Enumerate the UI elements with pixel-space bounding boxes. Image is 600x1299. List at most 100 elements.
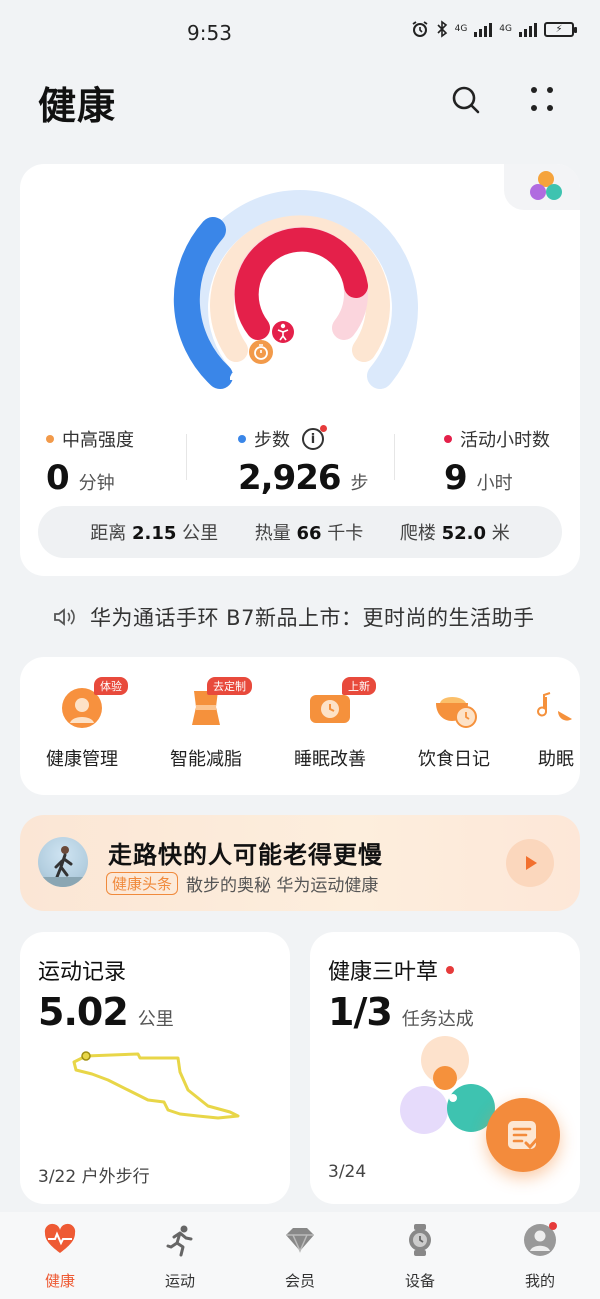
network-label-2: 4G xyxy=(499,23,512,34)
route-map xyxy=(72,1051,240,1120)
steps-value: 2,926 xyxy=(238,458,342,498)
service-diet-diary[interactable]: 饮食日记 xyxy=(404,681,504,771)
activity-rings xyxy=(173,190,418,389)
floors-summary: 爬楼 52.0 米 xyxy=(399,523,510,544)
service-sleep-aid[interactable]: 助眠 xyxy=(528,681,580,771)
clover-progress-unit: 任务达成 xyxy=(401,1009,474,1030)
intensity-stat[interactable]: 中高强度 0 分钟 xyxy=(46,426,134,498)
steps-stat[interactable]: 步数 i 2,926 步 xyxy=(238,425,369,498)
activity-rings-card[interactable]: 中高强度 0 分钟 步数 i 2,926 步 活动小时数 9 小时 距离 2.15 公里… xyxy=(20,164,580,576)
ring-style-switch[interactable] xyxy=(504,164,580,210)
intensity-label: 中高强度 xyxy=(62,430,134,451)
stat-divider xyxy=(186,434,187,480)
workout-distance-value: 5.02 xyxy=(38,990,129,1034)
service-label: 健康管理 xyxy=(46,749,118,770)
service-sleep[interactable]: 上新 睡眠改善 xyxy=(280,677,380,771)
tab-label: 健康 xyxy=(44,1272,75,1290)
workout-card-title: 运动记录 xyxy=(38,960,127,985)
watch-icon xyxy=(409,1224,431,1256)
page-title: 健康 xyxy=(38,84,117,128)
active-hours-unit: 小时 xyxy=(476,473,513,494)
news-text: 华为通话手环 B7新品上市：更时尚的生活助手 xyxy=(90,606,535,630)
music-note-icon xyxy=(537,692,572,721)
activity-summary[interactable]: 距离 2.15 公里 热量 66 千卡 爬楼 52.0 米 xyxy=(38,506,562,558)
workout-record-card[interactable]: 运动记录 5.02 公里 3/22 户外步行 xyxy=(20,932,290,1204)
banner-title: 走路快的人可能老得更慢 xyxy=(108,841,383,869)
search-icon xyxy=(452,86,480,114)
tab-health[interactable]: 健康 xyxy=(20,1222,100,1291)
notification-dot xyxy=(446,966,455,974)
services-card: 体验 健康管理 去定制 智能减脂 上新 睡眠改善 饮食日记 助眠 xyxy=(20,657,580,795)
clover-card-footer: 3/24 xyxy=(328,1162,367,1182)
person-icon xyxy=(272,321,294,343)
stat-divider xyxy=(394,434,395,480)
service-label: 饮食日记 xyxy=(418,749,490,770)
news-ticker[interactable]: 华为通话手环 B7新品上市：更时尚的生活助手 xyxy=(52,602,534,632)
service-badge: 去定制 xyxy=(207,677,252,695)
banner-tag: 健康头条 xyxy=(106,872,179,895)
speaker-icon xyxy=(54,608,75,626)
user-icon xyxy=(524,1222,557,1256)
shoe-icon xyxy=(230,373,242,380)
stopwatch-icon xyxy=(249,340,273,364)
workout-distance-unit: 公里 xyxy=(137,1009,174,1030)
notes-check-icon xyxy=(508,1121,540,1150)
health-news-banner[interactable]: 走路快的人可能老得更慢 健康头条 散步的奥秘 华为运动健康 xyxy=(20,815,580,911)
service-weight-loss[interactable]: 去定制 智能减脂 xyxy=(156,677,256,771)
tab-label: 运动 xyxy=(164,1272,195,1290)
service-badge: 体验 xyxy=(94,677,128,695)
banner-thumbnail xyxy=(38,837,88,887)
workout-card-footer: 3/22 户外步行 xyxy=(38,1167,150,1187)
food-bowl-icon xyxy=(436,697,477,728)
steps-label: 步数 xyxy=(254,430,290,451)
network-label-1: 4G xyxy=(454,23,468,34)
walking-person-icon xyxy=(38,846,88,887)
alarm-icon xyxy=(412,21,428,37)
color-circles-icon xyxy=(530,171,562,200)
heart-pulse-icon xyxy=(44,1223,76,1253)
play-button[interactable] xyxy=(506,839,554,887)
tab-membership[interactable]: 会员 xyxy=(260,1222,340,1291)
signal-icon-1 xyxy=(474,21,493,37)
status-time: 9:53 xyxy=(187,21,232,45)
clover-progress-value: 1/3 xyxy=(328,990,393,1034)
tab-devices[interactable]: 设备 xyxy=(380,1222,460,1291)
distance-summary: 距离 2.15 公里 xyxy=(90,523,219,544)
running-icon xyxy=(166,1225,193,1257)
record-fab-button[interactable] xyxy=(486,1098,560,1172)
more-button[interactable] xyxy=(522,80,562,120)
play-icon xyxy=(526,856,537,870)
active-hours-dot xyxy=(444,435,452,443)
tab-label: 我的 xyxy=(524,1272,555,1290)
service-health-management[interactable]: 体验 健康管理 xyxy=(32,677,132,771)
bluetooth-icon xyxy=(437,20,447,38)
service-label: 助眠 xyxy=(538,749,574,770)
diamond-icon xyxy=(286,1228,314,1253)
service-label: 睡眠改善 xyxy=(294,749,366,770)
intensity-value: 0 xyxy=(46,458,70,498)
steps-unit: 步 xyxy=(350,473,369,494)
signal-icon-2 xyxy=(519,21,537,37)
battery-icon: ⚡ xyxy=(544,21,577,37)
status-bar: 9:53 4G 4G ⚡ xyxy=(0,0,600,68)
tab-me[interactable]: 我的 xyxy=(500,1222,580,1291)
status-icons: 4G 4G ⚡ xyxy=(411,20,577,38)
service-label: 智能减脂 xyxy=(170,749,242,770)
search-button[interactable] xyxy=(446,80,486,120)
intensity-unit: 分钟 xyxy=(78,473,115,494)
active-hours-label: 活动小时数 xyxy=(460,430,550,451)
clover-card-title: 健康三叶草 xyxy=(328,960,439,985)
info-icon[interactable]: i xyxy=(302,425,327,450)
grid-dots-icon xyxy=(531,87,553,111)
intensity-dot xyxy=(46,435,54,443)
tab-label: 会员 xyxy=(284,1272,315,1290)
active-hours-value: 9 xyxy=(444,458,468,498)
service-badge: 上新 xyxy=(342,677,376,695)
banner-subtitle: 散步的奥秘 华为运动健康 xyxy=(186,876,379,896)
tab-label: 设备 xyxy=(404,1272,435,1290)
bottom-tab-bar: 健康 运动 会员 设备 我的 xyxy=(0,1212,600,1299)
calories-summary: 热量 66 千卡 xyxy=(254,523,364,544)
tab-exercise[interactable]: 运动 xyxy=(140,1222,220,1291)
steps-dot xyxy=(238,435,246,443)
active-hours-stat[interactable]: 活动小时数 9 小时 xyxy=(444,426,550,498)
